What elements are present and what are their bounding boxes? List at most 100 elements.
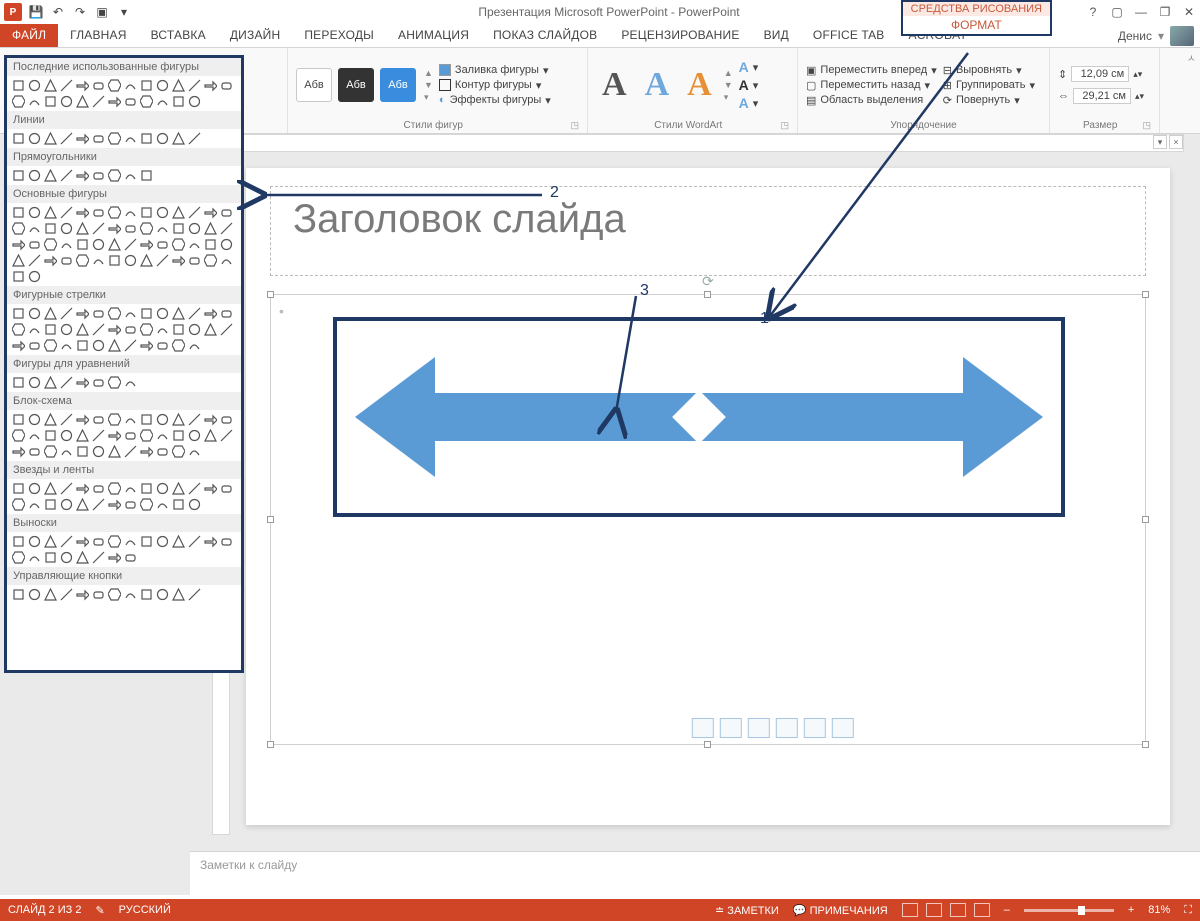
notes-pane[interactable]: Заметки к слайду (190, 851, 1200, 895)
tab-transitions[interactable]: ПЕРЕХОДЫ (292, 24, 386, 47)
shape-option[interactable] (139, 221, 154, 236)
shape-option[interactable] (27, 481, 42, 496)
shape-option[interactable] (75, 253, 90, 268)
shape-option[interactable] (155, 534, 170, 549)
shape-option[interactable] (187, 412, 202, 427)
shape-option[interactable] (123, 412, 138, 427)
tab-officetab[interactable]: OFFICE TAB (801, 24, 897, 47)
close-icon[interactable]: ✕ (1182, 5, 1196, 19)
shape-option[interactable] (43, 205, 58, 220)
gallery-more-icon[interactable]: ▾ (724, 92, 733, 103)
shape-option[interactable] (123, 306, 138, 321)
shape-option[interactable] (219, 481, 234, 496)
shape-option[interactable] (59, 412, 74, 427)
shape-option[interactable] (139, 497, 154, 512)
shape-option[interactable] (91, 322, 106, 337)
shape-option[interactable] (203, 253, 218, 268)
shape-option[interactable] (43, 221, 58, 236)
shape-option[interactable] (11, 375, 26, 390)
shape-option[interactable] (27, 322, 42, 337)
shape-option[interactable] (203, 205, 218, 220)
shape-option[interactable] (171, 534, 186, 549)
shape-option[interactable] (27, 444, 42, 459)
shape-option[interactable] (59, 253, 74, 268)
shape-option[interactable] (27, 497, 42, 512)
shape-option[interactable] (171, 237, 186, 252)
zoom-out-icon[interactable]: – (1004, 904, 1010, 916)
shape-option[interactable] (155, 94, 170, 109)
shape-option[interactable] (43, 78, 58, 93)
insert-chart-icon[interactable] (720, 718, 742, 738)
language-indicator[interactable]: РУССКИЙ (119, 904, 171, 916)
resize-handle[interactable] (1142, 516, 1149, 523)
selection-pane-button[interactable]: ▤ Область выделения (806, 94, 937, 107)
shape-option[interactable] (43, 412, 58, 427)
shape-option[interactable] (75, 497, 90, 512)
shape-option[interactable] (11, 444, 26, 459)
shape-option[interactable] (43, 587, 58, 602)
shape-option[interactable] (91, 587, 106, 602)
shape-option[interactable] (43, 534, 58, 549)
shape-option[interactable] (107, 205, 122, 220)
shape-option[interactable] (27, 338, 42, 353)
shape-option[interactable] (75, 375, 90, 390)
shape-option[interactable] (91, 205, 106, 220)
shape-option[interactable] (187, 131, 202, 146)
shape-option[interactable] (203, 322, 218, 337)
content-placeholder[interactable]: ⟳ • (270, 294, 1146, 745)
shape-option[interactable] (27, 237, 42, 252)
rotate-handle-icon[interactable]: ⟳ (702, 273, 714, 290)
shape-option[interactable] (27, 221, 42, 236)
shape-option[interactable] (43, 550, 58, 565)
shape-option[interactable] (219, 306, 234, 321)
shape-option[interactable] (43, 375, 58, 390)
resize-handle[interactable] (267, 741, 274, 748)
shape-option[interactable] (139, 306, 154, 321)
shape-option[interactable] (91, 168, 106, 183)
qat-menu-icon[interactable]: ▾ (116, 4, 132, 20)
shape-option[interactable] (91, 444, 106, 459)
shape-option[interactable] (91, 306, 106, 321)
text-fill-button[interactable]: A ▾ (739, 59, 759, 75)
shape-option[interactable] (27, 587, 42, 602)
shape-option[interactable] (91, 375, 106, 390)
style-preset-2[interactable]: Абв (338, 68, 374, 102)
shape-option[interactable] (171, 338, 186, 353)
shape-option[interactable] (27, 131, 42, 146)
shape-option[interactable] (123, 221, 138, 236)
dialog-launcher-icon[interactable]: ◳ (570, 120, 579, 131)
shapes-gallery-dropdown[interactable]: Последние использованные фигуры Линии Пр… (4, 55, 244, 673)
shape-option[interactable] (43, 253, 58, 268)
shape-option[interactable] (187, 205, 202, 220)
shape-option[interactable] (187, 253, 202, 268)
reading-view-icon[interactable] (950, 903, 966, 917)
shape-option[interactable] (155, 587, 170, 602)
shape-option[interactable] (27, 253, 42, 268)
bring-forward-button[interactable]: ▣ Переместить вперед ▾ (806, 64, 937, 77)
restore-icon[interactable]: ❐ (1158, 5, 1172, 19)
gallery-up-icon[interactable]: ▲ (424, 68, 433, 78)
shape-option[interactable] (43, 428, 58, 443)
shape-option[interactable] (43, 168, 58, 183)
tab-slideshow[interactable]: ПОКАЗ СЛАЙДОВ (481, 24, 609, 47)
shape-option[interactable] (203, 306, 218, 321)
shape-option[interactable] (11, 306, 26, 321)
shape-option[interactable] (123, 322, 138, 337)
shape-option[interactable] (219, 78, 234, 93)
shape-option[interactable] (75, 322, 90, 337)
shape-option[interactable] (155, 131, 170, 146)
group-button[interactable]: ⊞ Группировать ▾ (943, 79, 1035, 92)
comments-toggle[interactable]: 💬 ПРИМЕЧАНИЯ (793, 904, 888, 917)
resize-handle[interactable] (267, 291, 274, 298)
shape-option[interactable] (139, 444, 154, 459)
shape-option[interactable] (43, 94, 58, 109)
shape-option[interactable] (75, 481, 90, 496)
text-effects-button[interactable]: A ▾ (739, 95, 759, 111)
sorter-view-icon[interactable] (926, 903, 942, 917)
wordart-preset-1[interactable]: A (596, 66, 633, 104)
zoom-in-icon[interactable]: + (1128, 904, 1134, 916)
shape-option[interactable] (75, 428, 90, 443)
shape-option[interactable] (91, 338, 106, 353)
shape-option[interactable] (155, 253, 170, 268)
shape-option[interactable] (123, 428, 138, 443)
